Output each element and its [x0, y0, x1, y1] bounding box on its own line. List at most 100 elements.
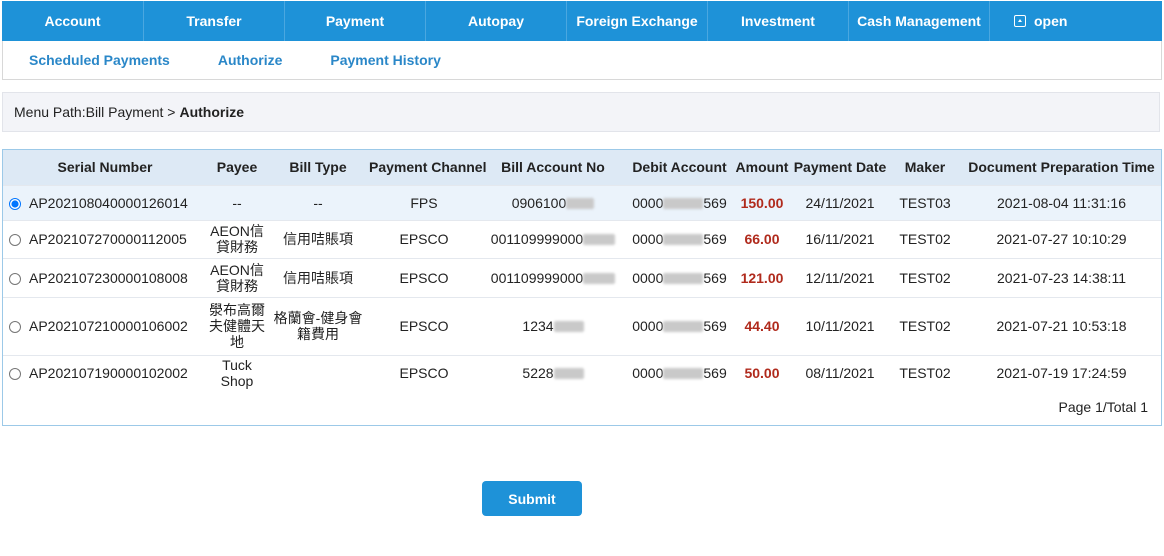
- nav-transfer[interactable]: Transfer: [144, 1, 285, 41]
- amount-cell: 66.00: [732, 219, 792, 258]
- debit-suffix: 569: [703, 364, 727, 381]
- masked-digits: [553, 367, 584, 379]
- amount-cell: 44.40: [732, 296, 792, 355]
- serial-number: AP202108040000126014: [29, 194, 188, 211]
- table-row[interactable]: AP202108040000126014 -- -- FPS 0906100 0…: [3, 184, 1161, 220]
- subnav-scheduled-payments[interactable]: Scheduled Payments: [29, 52, 170, 68]
- debit-suffix: 569: [703, 269, 727, 286]
- debit-prefix: 0000: [632, 194, 664, 211]
- payments-table-panel: Serial Number Payee Bill Type Payment Ch…: [2, 149, 1162, 426]
- debit-prefix: 0000: [632, 269, 664, 286]
- payment-date-cell: 08/11/2021: [792, 354, 888, 390]
- bill-account-cell: 001109999000: [479, 257, 627, 297]
- maker-cell: TEST02: [888, 354, 962, 390]
- col-serial-number: Serial Number: [57, 159, 153, 176]
- breadcrumb: Menu Path:Bill Payment > Authorize: [2, 92, 1160, 132]
- bill-type-cell: 信用咭賬項: [267, 219, 369, 258]
- channel-cell: EPSCO: [369, 354, 479, 390]
- masked-digits: [583, 234, 616, 245]
- channel-cell: EPSCO: [369, 219, 479, 258]
- pagination-info: Page 1/Total 1: [1058, 399, 1148, 415]
- col-payee: Payee: [216, 159, 258, 176]
- debit-account-cell: 0000 569: [627, 184, 732, 220]
- col-document-preparation-time: Document Preparation Time: [968, 159, 1155, 176]
- bill-account-prefix: 1234: [522, 318, 554, 334]
- bill-account-cell: 5228: [479, 354, 627, 390]
- payee-cell: AEON信貸財務: [207, 257, 267, 297]
- table-row[interactable]: AP202107210000106002 澩布高爾夫健體天地 格蘭會-健身會籍費…: [3, 296, 1161, 355]
- maker-cell: TEST03: [888, 184, 962, 220]
- col-bill-account-no: Bill Account No: [501, 159, 605, 176]
- table-row[interactable]: AP202107230000108008 AEON信貸財務 信用咭賬項 EPSC…: [3, 257, 1161, 297]
- debit-suffix: 569: [703, 194, 727, 211]
- masked-digits: [663, 272, 704, 284]
- payee-cell: AEON信貸財務: [207, 219, 267, 258]
- expand-icon: [1014, 15, 1026, 27]
- amount-cell: 150.00: [732, 184, 792, 220]
- payment-date-cell: 12/11/2021: [792, 257, 888, 297]
- masked-digits: [663, 321, 704, 332]
- payee-cell: Tuck Shop: [207, 354, 267, 390]
- serial-cell: AP202107230000108008: [3, 257, 207, 297]
- nav-account[interactable]: Account: [2, 1, 144, 41]
- prep-time-cell: 2021-07-21 10:53:18: [962, 296, 1161, 355]
- debit-account-cell: 0000 569: [627, 219, 732, 258]
- nav-payment[interactable]: Payment: [285, 1, 426, 41]
- debit-suffix: 569: [703, 231, 727, 247]
- masked-digits: [663, 367, 704, 379]
- open-label: open: [1034, 13, 1068, 29]
- row-select-radio[interactable]: [9, 234, 21, 246]
- bill-account-prefix: 0906100: [511, 194, 567, 211]
- nav-cash-management[interactable]: Cash Management: [849, 1, 990, 41]
- subnav-payment-history[interactable]: Payment History: [330, 52, 440, 68]
- subnav-authorize[interactable]: Authorize: [218, 52, 283, 68]
- nav-investment[interactable]: Investment: [708, 1, 849, 41]
- row-select-radio[interactable]: [9, 321, 21, 333]
- prep-time-cell: 2021-07-27 10:10:29: [962, 219, 1161, 258]
- payment-date-cell: 16/11/2021: [792, 219, 888, 258]
- breadcrumb-current: Authorize: [179, 104, 245, 120]
- bill-account-prefix: 001109999000: [490, 269, 584, 286]
- prep-time-cell: 2021-07-23 14:38:11: [962, 257, 1161, 297]
- serial-cell: AP202108040000126014: [3, 184, 207, 220]
- prep-time-cell: 2021-07-19 17:24:59: [962, 354, 1161, 390]
- debit-account-cell: 0000 569: [627, 257, 732, 297]
- debit-prefix: 0000: [632, 231, 664, 247]
- maker-cell: TEST02: [888, 257, 962, 297]
- debit-account-cell: 0000 569: [627, 296, 732, 355]
- submit-button[interactable]: Submit: [482, 481, 582, 516]
- col-amount: Amount: [735, 159, 789, 176]
- bill-account-cell: 1234: [479, 296, 627, 355]
- channel-cell: FPS: [369, 184, 479, 220]
- amount-cell: 50.00: [732, 354, 792, 390]
- col-payment-channel: Payment Channel: [369, 159, 487, 176]
- nav-open-toggle[interactable]: open: [990, 1, 1162, 41]
- bill-account-prefix: 5228: [522, 364, 554, 381]
- nav-autopay[interactable]: Autopay: [426, 1, 567, 41]
- payments-table: Serial Number Payee Bill Type Payment Ch…: [3, 150, 1161, 390]
- serial-number: AP202107210000106002: [29, 318, 188, 334]
- masked-digits: [566, 197, 595, 209]
- breadcrumb-path: Menu Path:Bill Payment >: [14, 104, 176, 120]
- maker-cell: TEST02: [888, 219, 962, 258]
- payee-cell: 澩布高爾夫健體天地: [207, 296, 267, 355]
- col-maker: Maker: [904, 159, 946, 176]
- debit-prefix: 0000: [632, 364, 664, 381]
- table-row[interactable]: AP202107270000112005 AEON信貸財務 信用咭賬項 EPSC…: [3, 219, 1161, 258]
- table-row[interactable]: AP202107190000102002 Tuck Shop EPSCO 522…: [3, 354, 1161, 390]
- bill-type-cell: [267, 354, 369, 390]
- col-payment-date: Payment Date: [793, 159, 887, 176]
- payee-cell: --: [207, 184, 267, 220]
- top-nav: Account Transfer Payment Autopay Foreign…: [2, 1, 1162, 41]
- debit-suffix: 569: [703, 318, 727, 334]
- row-select-radio[interactable]: [9, 367, 21, 380]
- serial-cell: AP202107270000112005: [3, 219, 207, 258]
- row-select-radio[interactable]: [9, 272, 21, 285]
- table-header-row: Serial Number Payee Bill Type Payment Ch…: [3, 150, 1161, 185]
- serial-cell: AP202107190000102002: [3, 354, 207, 390]
- row-select-radio[interactable]: [9, 197, 21, 210]
- maker-cell: TEST02: [888, 296, 962, 355]
- payment-date-cell: 24/11/2021: [792, 184, 888, 220]
- nav-foreign-exchange[interactable]: Foreign Exchange: [567, 1, 708, 41]
- sub-nav: Scheduled Payments Authorize Payment His…: [2, 41, 1162, 80]
